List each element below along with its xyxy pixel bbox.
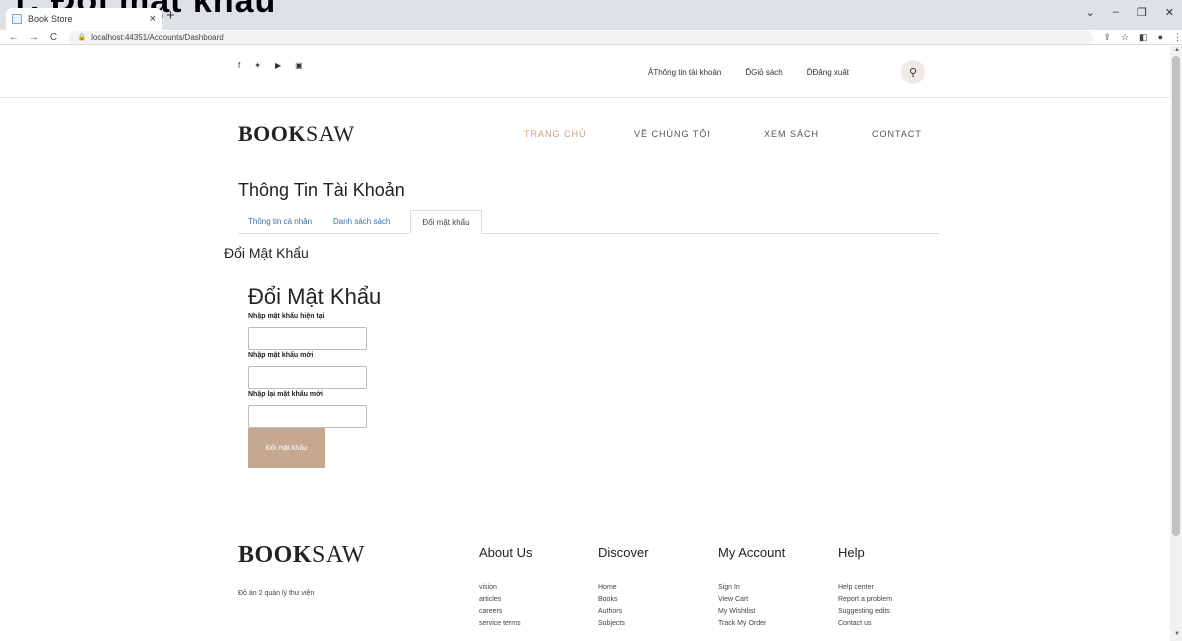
footer-link-suggesting-edits[interactable]: Suggesting edits	[838, 606, 892, 618]
footer-link-careers[interactable]: careers	[479, 606, 532, 618]
footer-link-home[interactable]: Home	[598, 582, 649, 594]
footer-link-sign-in[interactable]: Sign In	[718, 582, 785, 594]
social-links: f ✦ ▶ ▣	[238, 61, 303, 70]
new-tab-button[interactable]: +	[166, 7, 175, 24]
url-text: localhost:44351/Accounts/Dashboard	[91, 32, 224, 42]
tab-personal-info[interactable]: Thông tin cá nhân	[248, 217, 312, 226]
footer-link-subjects[interactable]: Subjects	[598, 618, 649, 630]
nav-about[interactable]: VỀ CHÚNG TÔI	[634, 129, 764, 139]
footer-link-help-center[interactable]: Help center	[838, 582, 892, 594]
minimize-icon[interactable]: –	[1113, 6, 1119, 19]
footer-link-track-order[interactable]: Track My Order	[718, 618, 785, 630]
footer-logo-rest: SAW	[312, 542, 365, 568]
scrollbar-thumb[interactable]	[1172, 56, 1180, 536]
current-password-label: Nhập mật khẩu hiện tại	[248, 313, 325, 320]
new-password-label: Nhập mật khẩu mới	[248, 352, 314, 359]
logout-link[interactable]: ĎĐăng xuất	[807, 68, 849, 77]
scroll-up-icon[interactable]: ▲	[1174, 47, 1180, 53]
restore-icon[interactable]: ❐	[1137, 6, 1147, 19]
form-title: Đổi Mật Khẩu	[248, 284, 382, 309]
reload-icon[interactable]: C	[48, 32, 60, 43]
footer-link-report-problem[interactable]: Report a problem	[838, 594, 892, 606]
search-icon: ⚲	[908, 66, 918, 79]
footer-link-contact-us[interactable]: Contact us	[838, 618, 892, 630]
new-password-input[interactable]	[248, 366, 367, 389]
footer-col-my-account: My Account Sign In View Cart My Wishtlis…	[718, 545, 785, 630]
tab-change-password[interactable]: Đổi mật khẩu	[410, 210, 482, 234]
section-title: Đổi Mật Khẩu	[224, 245, 309, 261]
search-button[interactable]: ⚲	[901, 60, 925, 84]
window-controls: ⌄ – ❐ ✕	[1086, 6, 1174, 19]
page-title: Thông Tin Tài Khoản	[238, 180, 405, 200]
current-password-input[interactable]	[248, 327, 367, 350]
close-window-icon[interactable]: ✕	[1165, 6, 1174, 19]
footer-link-articles[interactable]: articles	[479, 594, 532, 606]
logo-rest: SAW	[306, 121, 355, 146]
footer-link-view-cart[interactable]: View Cart	[718, 594, 785, 606]
confirm-password-input[interactable]	[248, 405, 367, 428]
profile-icon[interactable]: ●	[1158, 32, 1163, 43]
account-tabs: Thông tin cá nhân Danh sách sách Đổi mật…	[238, 210, 940, 234]
address-row: ← → C 🔒 localhost:44351/Accounts/Dashboa…	[0, 30, 1182, 45]
footer-link-books[interactable]: Books	[598, 594, 649, 606]
nav-home[interactable]: TRANG CHỦ	[524, 129, 634, 139]
footer-col-title: About Us	[479, 545, 533, 560]
nav-books[interactable]: XEM SÁCH	[764, 129, 872, 139]
toolbar-icons: ⇪ ☆ ◧ ● ⋮	[1103, 32, 1182, 43]
footer-col-title: Discover	[598, 545, 649, 560]
tab-search-icon[interactable]: ⌄	[1086, 6, 1095, 19]
footer-description: Đồ án 2 quản lý thư viện	[238, 590, 315, 597]
linkedin-icon[interactable]: ▣	[295, 61, 303, 70]
lock-icon: 🔒	[77, 34, 87, 41]
footer-link-service-terms[interactable]: service terms	[479, 618, 532, 630]
footer-logo[interactable]: BOOKSAW	[238, 542, 365, 569]
main-nav: TRANG CHỦ VỀ CHÚNG TÔI XEM SÁCH CONTACT	[524, 129, 932, 139]
footer-col-title: My Account	[718, 545, 786, 560]
tab-book-list[interactable]: Danh sách sách	[333, 217, 390, 226]
side-panel-icon[interactable]: ◧	[1139, 32, 1148, 43]
browser-tab-title: Book Store	[28, 14, 73, 24]
favicon-icon	[12, 14, 22, 24]
bookmark-star-icon[interactable]: ☆	[1121, 32, 1129, 43]
twitter-icon[interactable]: ✦	[254, 61, 261, 70]
cart-link[interactable]: ĎGiỏ sách	[745, 68, 782, 77]
footer-col-help: Help Help center Report a problem Sugges…	[838, 545, 892, 630]
browser-tab[interactable]: Book Store ×	[6, 8, 162, 30]
close-tab-icon[interactable]: ×	[150, 13, 156, 25]
site-topbar: f ✦ ▶ ▣ ÅThông tin tài khoản ĎGiỏ sách Ď…	[0, 46, 1170, 98]
logo-bold: BOOK	[238, 121, 307, 146]
facebook-icon[interactable]: f	[238, 61, 240, 70]
footer-link-wishlist[interactable]: My Wishtlist	[718, 606, 785, 618]
scroll-down-icon[interactable]: ▼	[1174, 631, 1180, 637]
footer-logo-bold: BOOK	[238, 542, 313, 568]
footer-col-about: About Us vision articles careers service…	[479, 545, 532, 630]
footer-link-vision[interactable]: vision	[479, 582, 532, 594]
account-info-link[interactable]: ÅThông tin tài khoản	[648, 68, 721, 77]
address-bar[interactable]: 🔒 localhost:44351/Accounts/Dashboard	[69, 30, 1094, 44]
site-logo[interactable]: BOOKSAW	[238, 121, 355, 147]
footer-col-title: Help	[838, 545, 865, 560]
back-icon[interactable]: ←	[8, 32, 20, 43]
youtube-icon[interactable]: ▶	[275, 61, 281, 70]
confirm-password-label: Nhập lại mật khẩu mới	[248, 391, 323, 398]
change-password-button[interactable]: Đổi mật khẩu	[248, 428, 325, 468]
share-icon[interactable]: ⇪	[1103, 32, 1111, 43]
menu-kebab-icon[interactable]: ⋮	[1173, 32, 1182, 43]
footer-col-discover: Discover Home Books Authors Subjects	[598, 545, 649, 630]
footer-link-authors[interactable]: Authors	[598, 606, 649, 618]
forward-icon[interactable]: →	[28, 32, 40, 43]
nav-contact[interactable]: CONTACT	[872, 129, 932, 139]
account-links: ÅThông tin tài khoản ĎGiỏ sách ĎĐăng xuấ…	[648, 68, 849, 77]
